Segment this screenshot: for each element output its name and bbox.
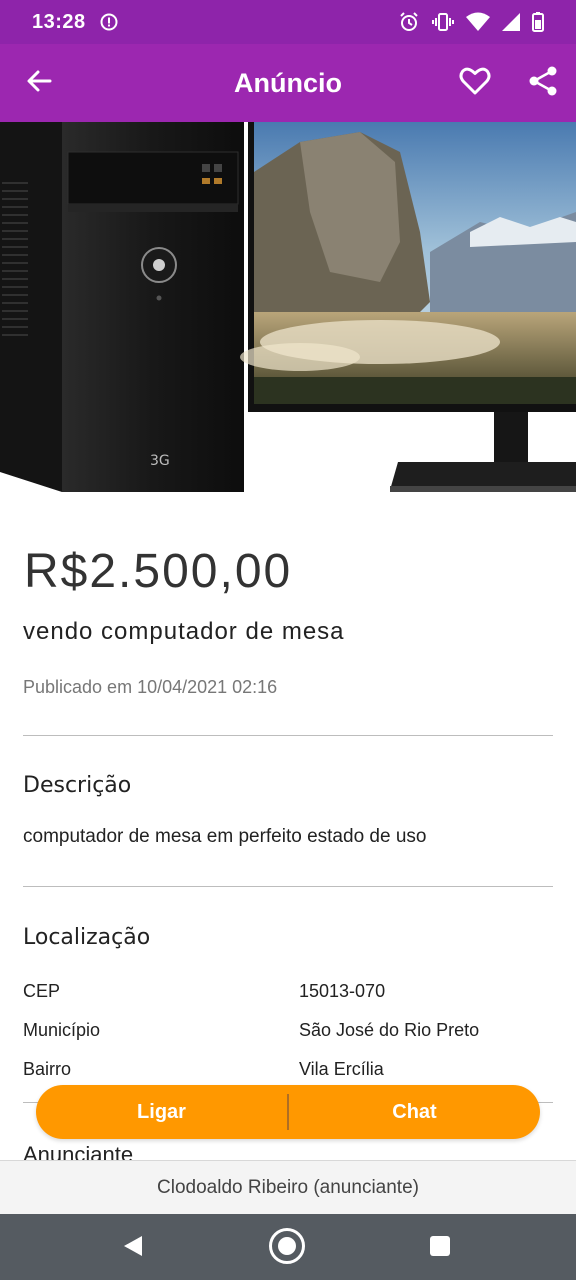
ad-price: R$2.500,00 [24, 545, 293, 598]
location-value: 15013-070 [299, 981, 386, 1001]
action-separator [287, 1094, 289, 1130]
signal-icon [502, 13, 520, 31]
product-image[interactable]: 3G [0, 122, 576, 512]
share-button[interactable] [524, 64, 562, 102]
contact-actions: Ligar Chat [36, 1085, 540, 1139]
vibrate-icon [432, 11, 454, 33]
description-text: computador de mesa em perfeito estado de… [23, 826, 427, 847]
location-label: CEP [23, 981, 61, 1001]
nav-back-button[interactable] [114, 1230, 150, 1266]
published-date: Publicado em 10/04/2021 02:16 [23, 677, 278, 697]
svg-text:3G: 3G [150, 453, 170, 469]
advertiser-name: Clodoaldo Ribeiro (anunciante) [157, 1176, 419, 1198]
status-bar: 13:28 [0, 0, 576, 44]
advertiser-footer[interactable]: Clodoaldo Ribeiro (anunciante) [0, 1160, 576, 1214]
nav-recents-button[interactable] [422, 1230, 458, 1266]
system-nav-bar [0, 1214, 576, 1280]
wifi-icon [466, 12, 490, 32]
ad-title: vendo computador de mesa [23, 618, 345, 645]
nav-home-button[interactable] [269, 1227, 305, 1266]
battery-icon [532, 12, 544, 32]
location-label: Bairro [23, 1059, 72, 1079]
advertiser-heading: Anunciante [23, 1142, 134, 1160]
divider [23, 735, 553, 736]
location-label: Município [23, 1020, 101, 1040]
favorite-button[interactable] [456, 64, 494, 102]
app-bar: Anúncio [0, 44, 576, 122]
shield-icon [100, 13, 118, 31]
heart-icon [459, 66, 491, 101]
chat-button[interactable]: Chat [289, 1085, 540, 1139]
location-value: São José do Rio Preto [299, 1020, 480, 1040]
location-heading: Localização [23, 925, 151, 950]
location-value: Vila Ercília [299, 1059, 384, 1079]
nav-recents-icon [428, 1234, 452, 1263]
nav-back-icon [120, 1234, 144, 1263]
share-icon [528, 65, 558, 102]
status-time: 13:28 [32, 10, 86, 33]
description-heading: Descrição [23, 773, 132, 798]
nav-home-icon [268, 1227, 306, 1270]
alarm-icon [398, 11, 420, 33]
call-button[interactable]: Ligar [36, 1085, 287, 1139]
divider [23, 886, 553, 887]
